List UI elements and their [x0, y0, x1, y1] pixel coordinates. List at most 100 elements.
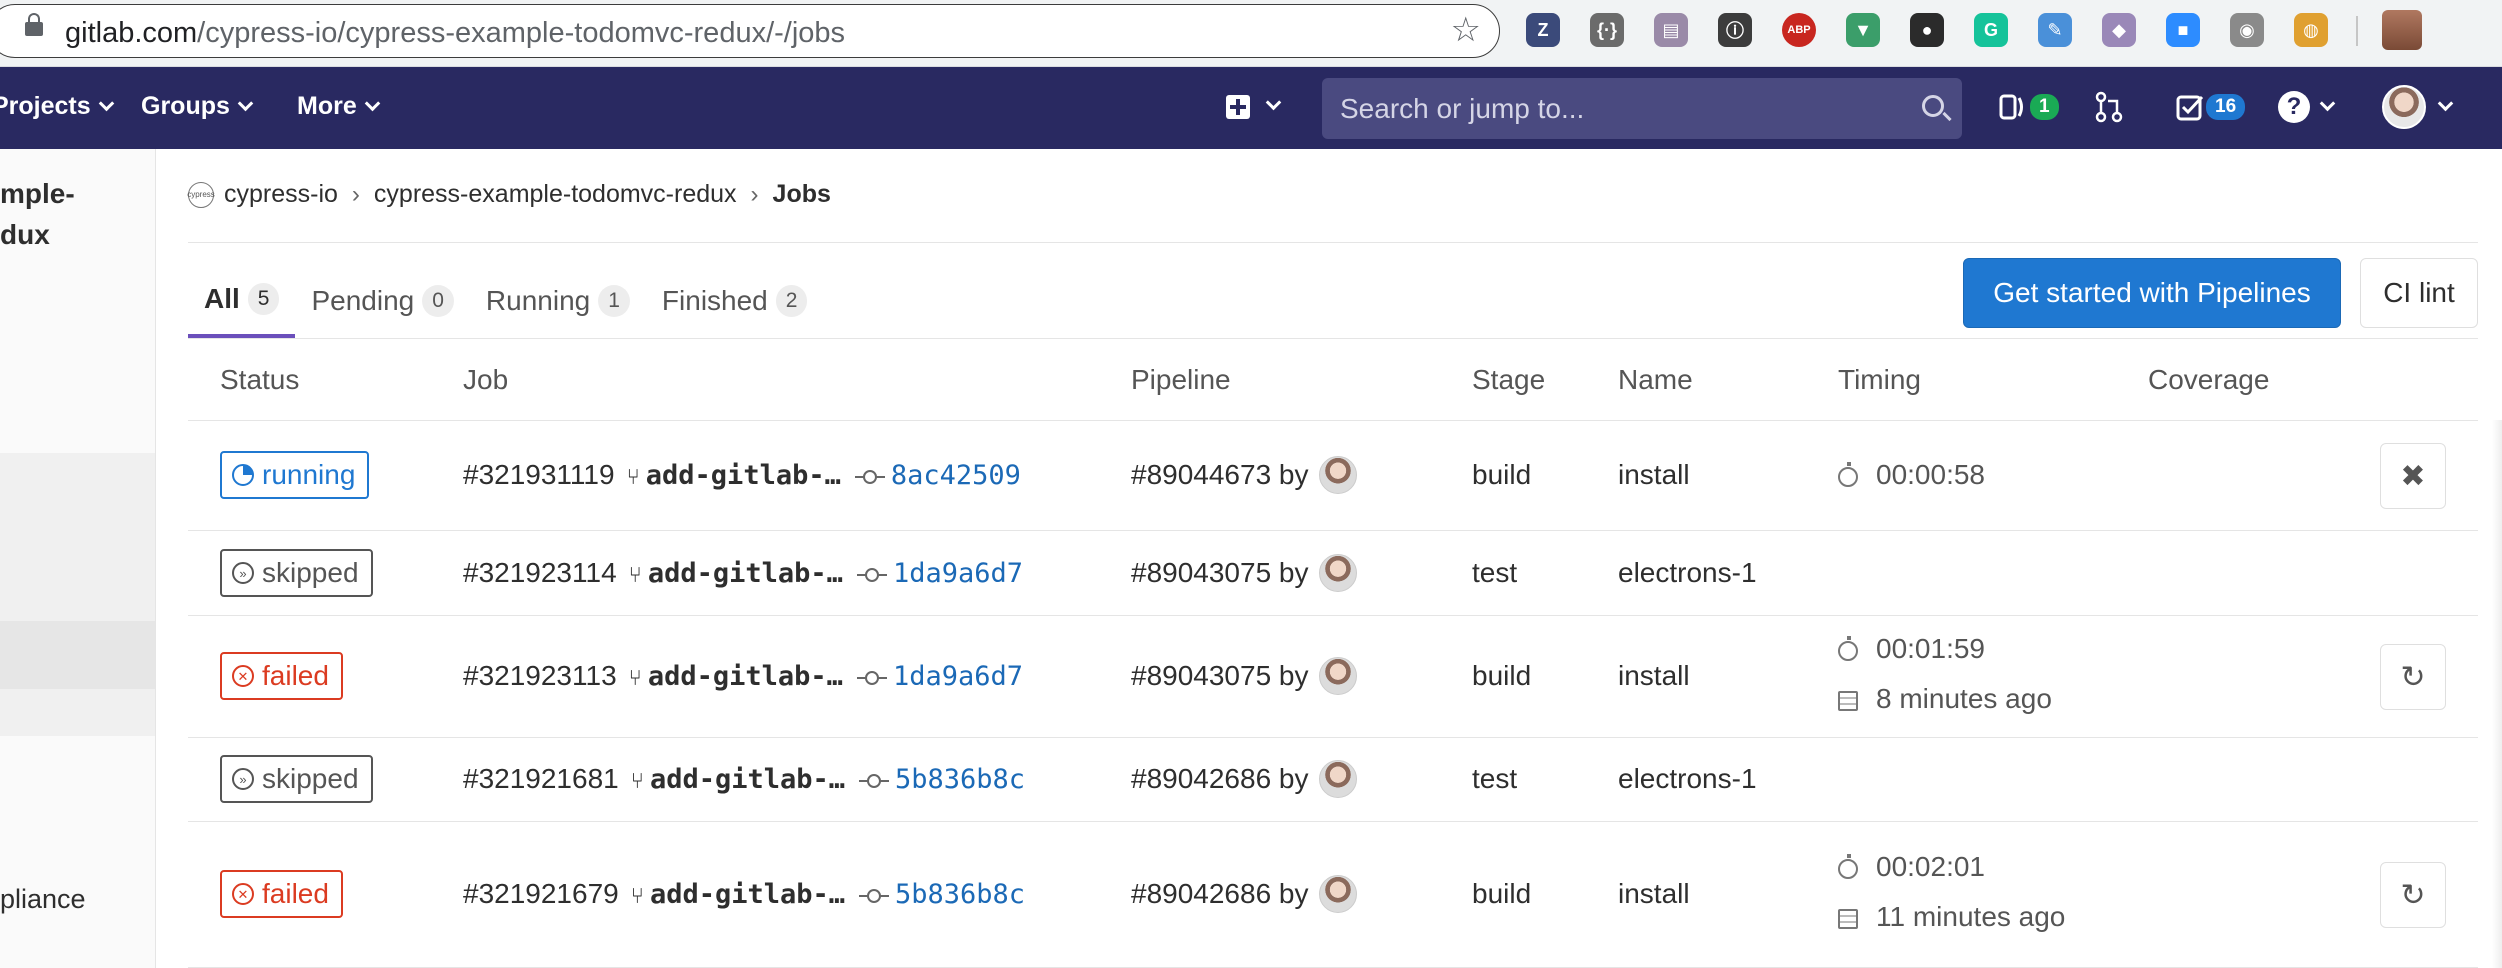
finished-ago: 8 minutes ago	[1876, 683, 2052, 714]
status-label: failed	[262, 660, 329, 691]
branch-icon: ⑂	[628, 665, 642, 690]
get-started-pipelines-button[interactable]: Get started with Pipelines	[1963, 258, 2341, 328]
tab-count-badge: 2	[775, 285, 808, 317]
status-badge[interactable]: running	[220, 451, 370, 499]
breadcrumb-group-link[interactable]: cypress-io	[224, 180, 338, 209]
document-extension-icon[interactable]: ▤	[1654, 13, 1688, 47]
grammarly-icon[interactable]: G	[1974, 13, 2008, 47]
status-badge[interactable]: » skipped	[220, 549, 373, 597]
ci-lint-button[interactable]: CI lint	[2360, 258, 2478, 328]
breadcrumb: cypress cypress-io › cypress-example-tod…	[187, 180, 831, 209]
tab-all[interactable]: All 5	[188, 264, 296, 338]
commit-sha-link[interactable]: 1da9a6d7	[893, 558, 1023, 589]
chevron-down-icon	[364, 95, 381, 112]
status-badge[interactable]: ✕ failed	[220, 652, 343, 700]
help-icon: ?	[2278, 91, 2310, 123]
job-id-link[interactable]: #321923114	[463, 557, 617, 588]
column-header-coverage: Coverage	[2148, 364, 2270, 395]
job-id-link[interactable]: #321923113	[463, 660, 617, 691]
todos-button[interactable]: 16	[2176, 87, 2246, 127]
status-badge[interactable]: ✕ failed	[220, 870, 343, 918]
search-icon	[1922, 95, 1944, 117]
vue-devtools-icon[interactable]: ▼	[1846, 13, 1880, 47]
duration-value: 00:00:58	[1876, 459, 1985, 490]
user-avatar[interactable]	[1318, 875, 1357, 913]
commit-sha-link[interactable]: 5b836b8c	[895, 764, 1025, 795]
plus-square-icon	[1226, 95, 1250, 119]
issues-icon	[1999, 94, 2023, 120]
nav-more[interactable]: More	[297, 92, 381, 121]
address-bar[interactable]: gitlab.com/cypress-io/cypress-example-to…	[0, 4, 1500, 58]
branch-link[interactable]: add-gitlab-…	[646, 460, 841, 491]
pipeline-link[interactable]: #89042686 by	[1131, 763, 1309, 795]
commit-sha-link[interactable]: 8ac42509	[891, 460, 1021, 491]
divider	[188, 338, 2478, 339]
branch-link[interactable]: add-gitlab-…	[648, 558, 843, 589]
url-text[interactable]: gitlab.com/cypress-io/cypress-example-to…	[65, 17, 845, 50]
feather-icon[interactable]: ✎	[2038, 13, 2072, 47]
jobs-scope-tabs: All 5 Pending 0 Running 1 Finished 2	[188, 264, 823, 338]
sidebar-title-line-2: dux	[0, 219, 50, 250]
breadcrumb-current[interactable]: Jobs	[773, 180, 831, 209]
tab-running[interactable]: Running 1	[470, 264, 646, 338]
pipeline-cell: #89043075 by	[1131, 657, 1357, 695]
zoom-camera-icon[interactable]: ■	[2166, 13, 2200, 47]
1password-icon[interactable]: ⓘ	[1718, 13, 1752, 47]
gitlab-header: Projects Groups More 1 16 ?	[0, 67, 2502, 149]
branch-link[interactable]: add-gitlab-…	[648, 661, 843, 692]
user-avatar[interactable]	[1318, 456, 1357, 494]
job-id-link[interactable]: #321921679	[463, 878, 619, 909]
tab-finished[interactable]: Finished 2	[646, 264, 824, 338]
sidebar-item-compliance[interactable]: pliance	[0, 884, 86, 915]
user-menu-button[interactable]	[2382, 85, 2454, 129]
todo-check-icon	[2176, 95, 2204, 121]
branch-link[interactable]: add-gitlab-…	[650, 879, 845, 910]
retry-job-button[interactable]: ↻	[2380, 862, 2446, 928]
tab-pending[interactable]: Pending 0	[295, 264, 469, 338]
cancel-job-button[interactable]: ✖	[2380, 443, 2446, 509]
bug-mascot-icon[interactable]: ●	[1910, 13, 1944, 47]
commit-sha-link[interactable]: 5b836b8c	[895, 879, 1025, 910]
commit-icon	[859, 889, 890, 903]
job-id-link[interactable]: #321921681	[463, 763, 619, 794]
screenshot-camera-icon[interactable]: ◉	[2230, 13, 2264, 47]
sidebar-project-title[interactable]: mple-dux	[0, 173, 75, 255]
commit-sha-link[interactable]: 1da9a6d7	[893, 661, 1023, 692]
stage-label: build	[1472, 459, 1532, 490]
job-id-link[interactable]: #321931119	[463, 459, 615, 490]
status-badge[interactable]: » skipped	[220, 755, 373, 803]
pipeline-cell: #89042686 by	[1131, 875, 1357, 913]
help-button[interactable]: ?	[2278, 87, 2336, 127]
pipeline-link[interactable]: #89042686 by	[1131, 878, 1309, 910]
zotero-icon[interactable]: Z	[1526, 13, 1560, 47]
breadcrumb-project-link[interactable]: cypress-example-todomvc-redux	[374, 180, 737, 209]
user-avatar[interactable]	[1318, 554, 1357, 592]
nav-projects[interactable]: Projects	[0, 92, 114, 121]
user-avatar[interactable]	[1318, 760, 1357, 798]
globe-icon[interactable]: ◍	[2294, 13, 2328, 47]
pipeline-link[interactable]: #89043075 by	[1131, 660, 1309, 692]
branch-link[interactable]: add-gitlab-…	[650, 764, 845, 795]
search-box[interactable]	[1322, 78, 1962, 139]
issues-button[interactable]: 1	[1998, 87, 2059, 127]
retry-job-button[interactable]: ↻	[2380, 644, 2446, 710]
finished-ago: 11 minutes ago	[1876, 901, 2066, 932]
pipeline-link[interactable]: #89043075 by	[1131, 557, 1309, 589]
nav-groups[interactable]: Groups	[141, 92, 254, 121]
adblock-plus-icon[interactable]: ABP	[1782, 13, 1816, 47]
merge-requests-button[interactable]	[2094, 87, 2124, 127]
bookmark-star-icon[interactable]: ☆	[1451, 13, 1481, 47]
sidebar-active-section[interactable]	[0, 453, 155, 736]
table-row: » skipped #321923114 ⑂ add-gitlab-… 1da9a6d…	[188, 531, 2478, 616]
todos-count-badge: 16	[2206, 94, 2246, 120]
new-dropdown-button[interactable]	[1226, 91, 1286, 125]
sidebar-item-jobs[interactable]	[0, 621, 155, 689]
octocat-icon[interactable]: ◆	[2102, 13, 2136, 47]
branch-icon: ⑂	[626, 464, 640, 489]
code-braces-icon[interactable]: {·}	[1590, 13, 1624, 47]
job-name-label: install	[1618, 660, 1690, 691]
search-input[interactable]	[1322, 78, 1922, 139]
browser-profile-avatar[interactable]	[2382, 10, 2422, 50]
user-avatar[interactable]	[1318, 657, 1357, 695]
pipeline-link[interactable]: #89044673 by	[1131, 459, 1309, 491]
